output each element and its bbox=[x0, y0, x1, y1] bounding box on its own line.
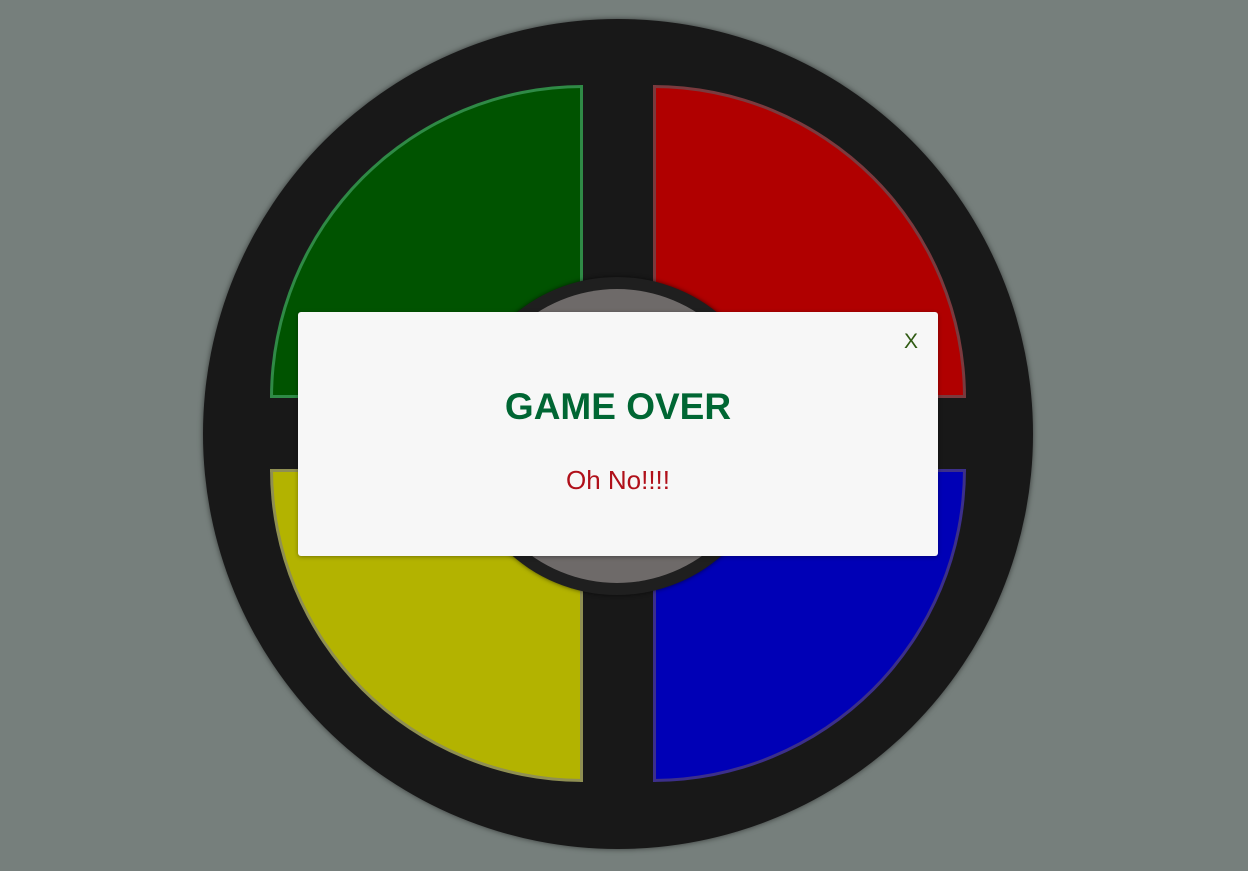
modal-message: Oh No!!!! bbox=[565, 465, 671, 495]
close-button[interactable]: X bbox=[904, 331, 918, 352]
game-over-modal: X GAME OVER Oh No!!!! bbox=[298, 312, 938, 556]
modal-title: GAME OVER bbox=[504, 386, 732, 427]
game-stage: X GAME OVER Oh No!!!! bbox=[0, 0, 1248, 871]
